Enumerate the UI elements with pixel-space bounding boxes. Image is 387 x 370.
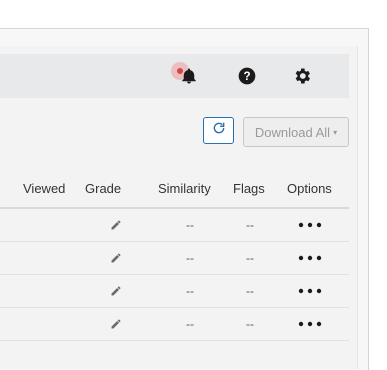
pencil-icon[interactable] [110,317,124,331]
column-header-similarity[interactable]: Similarity [158,181,211,196]
table-row: -- -- [0,308,349,341]
bell-icon[interactable] [178,65,200,87]
pencil-icon[interactable] [110,251,124,265]
more-options-icon[interactable] [298,284,322,298]
more-options-icon[interactable] [298,251,322,265]
refresh-button[interactable] [203,117,234,144]
table-row: -- -- [0,242,349,275]
flags-cell: -- [246,284,254,298]
flags-cell: -- [246,251,254,265]
pencil-icon[interactable] [110,218,124,232]
svg-text:?: ? [243,70,250,83]
download-all-label: Download All [254,124,331,140]
column-header-flags[interactable]: Flags [233,181,265,196]
similarity-cell: -- [186,284,194,298]
similarity-cell: -- [186,251,194,265]
more-options-icon[interactable] [298,317,322,331]
gear-icon[interactable] [291,65,313,87]
more-options-icon[interactable] [298,218,322,232]
download-all-button[interactable]: Download All ▾ [243,117,349,147]
flags-cell: -- [246,317,254,331]
help-icon[interactable]: ? [236,65,258,87]
refresh-icon [212,121,226,140]
table-row: -- -- [0,209,349,242]
chevron-down-icon: ▾ [333,127,338,137]
column-header-viewed[interactable]: Viewed [23,181,65,196]
column-header-options: Options [287,181,332,196]
column-header-grade[interactable]: Grade [85,181,121,196]
pencil-icon[interactable] [110,284,124,298]
similarity-cell: -- [186,218,194,232]
table-row: -- -- [0,275,349,308]
similarity-cell: -- [186,317,194,331]
flags-cell: -- [246,218,254,232]
